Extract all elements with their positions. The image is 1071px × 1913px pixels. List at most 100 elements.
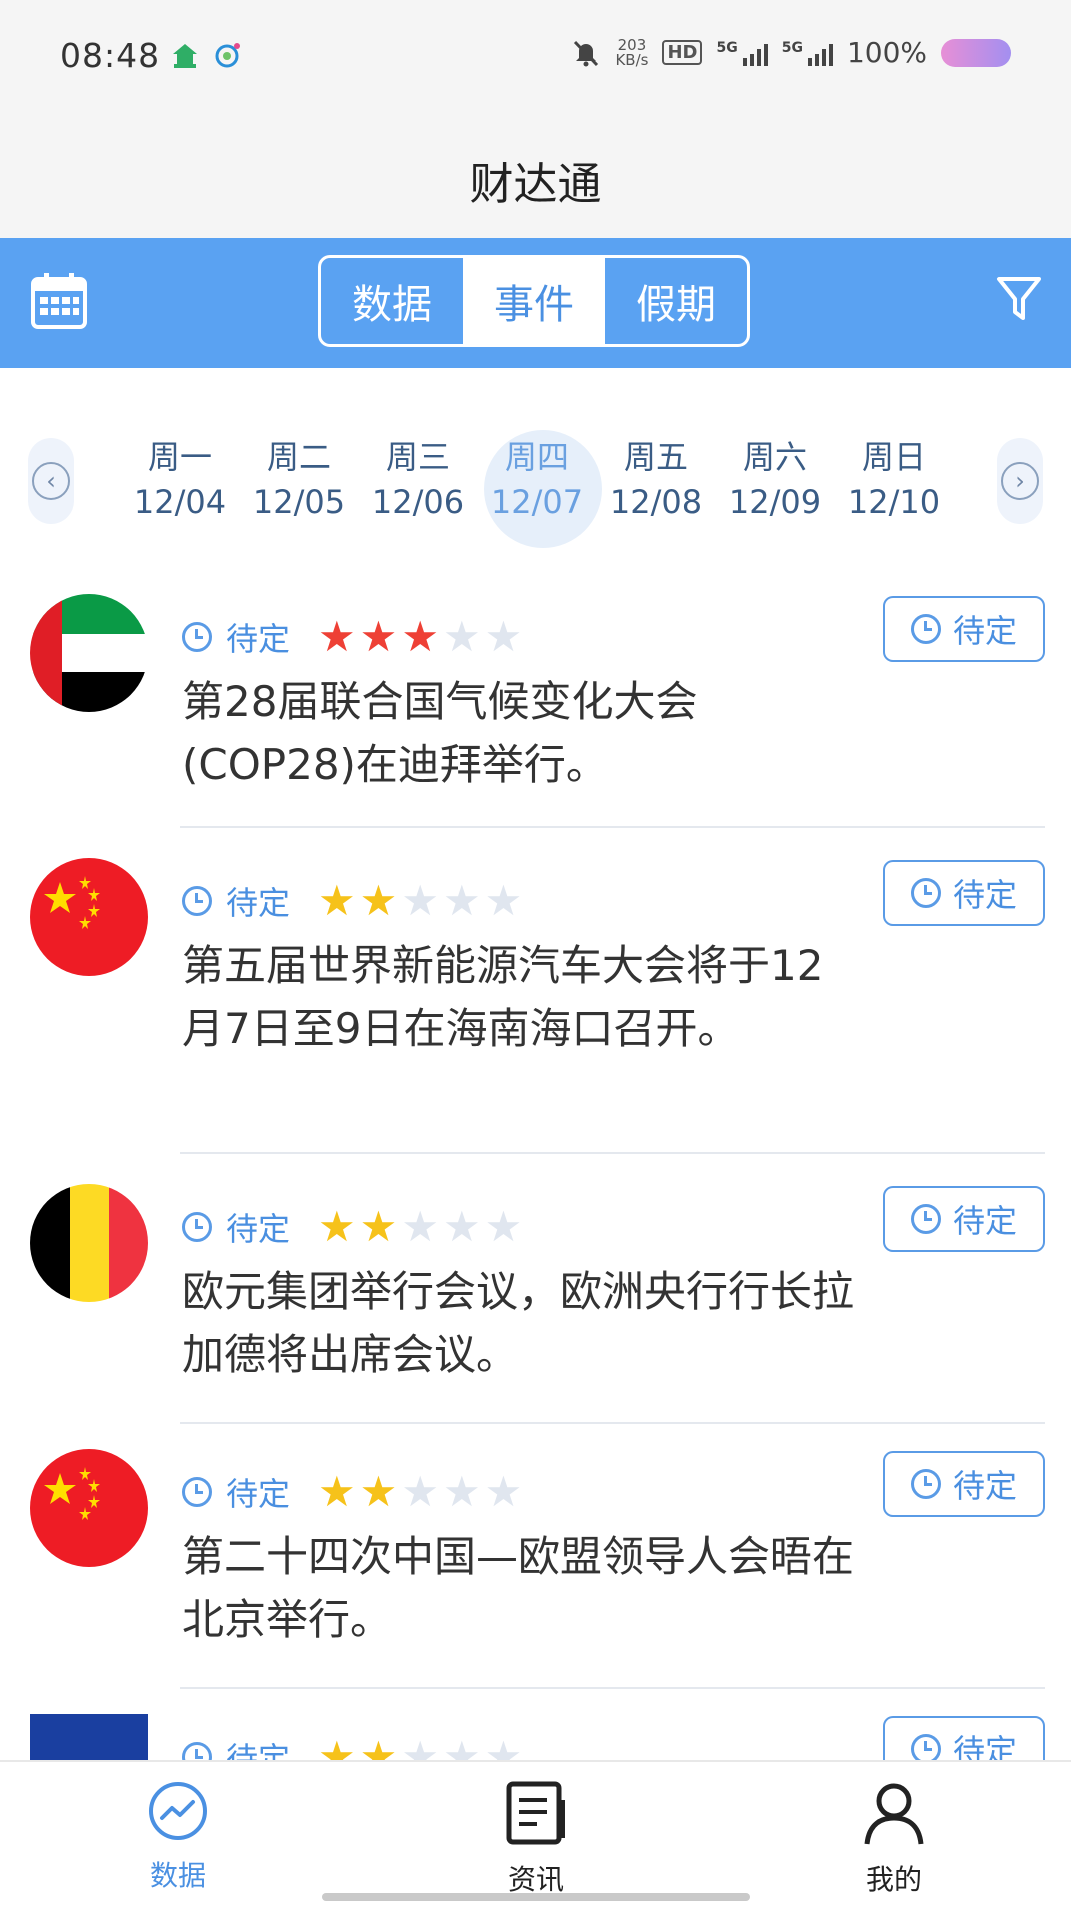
day-mon[interactable]: 周一 12/04	[124, 436, 236, 534]
clock-icon	[182, 1742, 212, 1760]
tab-events[interactable]: 事件	[463, 258, 605, 344]
star-filled-icon: ★	[359, 1732, 398, 1761]
china-flag-icon	[30, 1449, 148, 1567]
star-empty-icon: ★	[401, 1202, 439, 1251]
filter-icon	[997, 277, 1041, 320]
event-item[interactable]: 待定 ★ ★ ★ ★ ★ 第二十四次中国—欧盟领导人会晤在北京举行。 待定	[0, 1425, 1071, 1691]
event-status: 待定	[226, 884, 291, 922]
star-empty-icon: ★	[484, 876, 523, 925]
pending-button[interactable]: 待定	[883, 1186, 1045, 1252]
pending-button-label: 待定	[952, 876, 1017, 914]
star-filled-icon: ★	[318, 1467, 356, 1516]
day-name: 周日	[861, 438, 926, 476]
clock-icon	[182, 622, 212, 652]
event-meta: 待定 ★ ★ ★ ★ ★	[182, 614, 522, 660]
calendar-icon	[31, 273, 87, 329]
event-status: 待定	[226, 1740, 291, 1760]
event-item[interactable]: 待定 ★ ★ ★ ★ ★ 第五届世界新能源汽车大会将于12月7日至9日在海南海口…	[0, 834, 1071, 1160]
nav-news[interactable]: 资讯	[456, 1780, 616, 1898]
day-date: 12/06	[371, 483, 465, 521]
event-title: 第28届联合国气候变化大会(COP28)在迪拜举行。	[182, 677, 698, 789]
event-item[interactable]: 待定 ★ ★ ★ ★ ★ 欧元集团举行会议，欧洲央行行长拉加德将出席会议。 待定	[0, 1160, 1071, 1426]
title-bar: 财达通	[0, 110, 1071, 238]
nav-data[interactable]: 数据	[98, 1780, 258, 1894]
calendar-button[interactable]	[30, 271, 88, 331]
clock-icon	[182, 1212, 212, 1242]
star-filled-icon: ★	[401, 612, 439, 661]
day-tue[interactable]: 周二 12/05	[243, 436, 355, 534]
star-filled-icon: ★	[359, 1467, 398, 1516]
nav-profile-label: 我的	[865, 1863, 922, 1896]
filter-button[interactable]	[995, 274, 1043, 324]
star-filled-icon: ★	[318, 1732, 356, 1761]
day-thu-selected[interactable]: 周四 12/07	[481, 430, 602, 548]
day-date: 12/07	[490, 483, 584, 521]
tab-data[interactable]: 数据	[321, 258, 463, 344]
pending-button[interactable]: 待定	[883, 596, 1045, 662]
clock-icon	[910, 1469, 941, 1499]
event-title: 第二十四次中国—欧盟领导人会晤在北京举行。	[182, 1532, 855, 1644]
star-empty-icon: ★	[442, 612, 481, 661]
day-date: 12/04	[133, 483, 227, 521]
star-empty-icon: ★	[442, 1467, 481, 1516]
week-selector: ‹ 周一 12/04 周二 12/05 周三 12/06 周四 12/07 周五 12/0…	[0, 368, 1071, 548]
clock-icon	[910, 1204, 941, 1234]
china-flag-icon	[30, 858, 148, 976]
event-meta: 待定 ★ ★ ★ ★ ★	[182, 1734, 522, 1760]
star-filled-icon: ★	[318, 876, 356, 925]
star-empty-icon: ★	[484, 1202, 523, 1251]
mobile-app-icon	[212, 40, 242, 70]
day-name: 周三	[385, 438, 450, 476]
importance-stars: ★ ★ ★ ★ ★	[318, 616, 522, 658]
battery-icon	[941, 38, 1011, 67]
tab-holidays[interactable]: 假期	[605, 258, 747, 344]
divider	[180, 1422, 1045, 1424]
pending-button[interactable]: 待定	[883, 1716, 1045, 1760]
home-indicator[interactable]	[322, 1893, 750, 1901]
chevron-left-icon: ‹	[32, 462, 70, 500]
signal-icon-2: 5G	[782, 40, 833, 66]
page-title: 财达通	[469, 159, 602, 210]
pending-button[interactable]: 待定	[883, 1451, 1045, 1517]
next-week-button[interactable]: ›	[997, 438, 1043, 524]
day-sat[interactable]: 周六 12/09	[719, 436, 831, 534]
pending-button-label: 待定	[952, 1202, 1017, 1240]
belgium-flag-icon	[30, 1184, 148, 1302]
prev-week-button[interactable]: ‹	[28, 438, 74, 524]
star-empty-icon: ★	[401, 1467, 439, 1516]
news-icon	[506, 1781, 565, 1845]
day-sun[interactable]: 周日 12/10	[838, 436, 950, 534]
star-empty-icon: ★	[442, 1202, 481, 1251]
pending-button[interactable]: 待定	[883, 860, 1045, 926]
chart-trend-icon	[149, 1782, 207, 1840]
tab-switcher: 数据 事件 假期	[318, 255, 750, 347]
home-app-icon	[170, 40, 200, 70]
day-name: 周二	[266, 438, 331, 476]
star-filled-icon: ★	[359, 1202, 398, 1251]
pending-button-label: 待定	[952, 1732, 1017, 1760]
importance-stars: ★ ★ ★ ★ ★	[318, 880, 522, 922]
nav-profile[interactable]: 我的	[814, 1780, 974, 1898]
network-speed-unit: KB/s	[615, 50, 649, 69]
toolbar: 数据 事件 假期	[0, 238, 1071, 368]
event-item[interactable]: 待定 ★ ★ ★ ★ ★ 第28届联合国气候变化大会(COP28)在迪拜举行。 …	[0, 570, 1071, 836]
importance-stars: ★ ★ ★ ★ ★	[318, 1471, 522, 1513]
event-meta: 待定 ★ ★ ★ ★ ★	[182, 1204, 522, 1250]
day-date: 12/10	[847, 483, 941, 521]
event-item[interactable]: 待定 ★ ★ ★ ★ ★ 待定	[0, 1690, 1071, 1760]
star-empty-icon: ★	[401, 876, 439, 925]
clock-icon	[910, 878, 941, 908]
event-status: 待定	[226, 620, 291, 658]
day-fri[interactable]: 周五 12/08	[600, 436, 712, 534]
day-name: 周六	[742, 438, 807, 476]
event-title: 欧元集团举行会议，欧洲央行行长拉加德将出席会议。	[182, 1267, 855, 1379]
clock-icon	[910, 1734, 941, 1760]
clock-icon	[910, 614, 941, 644]
signal1-label: 5G	[716, 39, 738, 56]
pending-button-label: 待定	[952, 612, 1017, 650]
nav-news-label: 资讯	[507, 1863, 564, 1896]
event-meta: 待定 ★ ★ ★ ★ ★	[182, 878, 522, 924]
star-empty-icon: ★	[442, 876, 481, 925]
status-right: 203 KB/s HD 5G 5G 100%	[571, 36, 1011, 69]
day-wed[interactable]: 周三 12/06	[362, 436, 474, 534]
